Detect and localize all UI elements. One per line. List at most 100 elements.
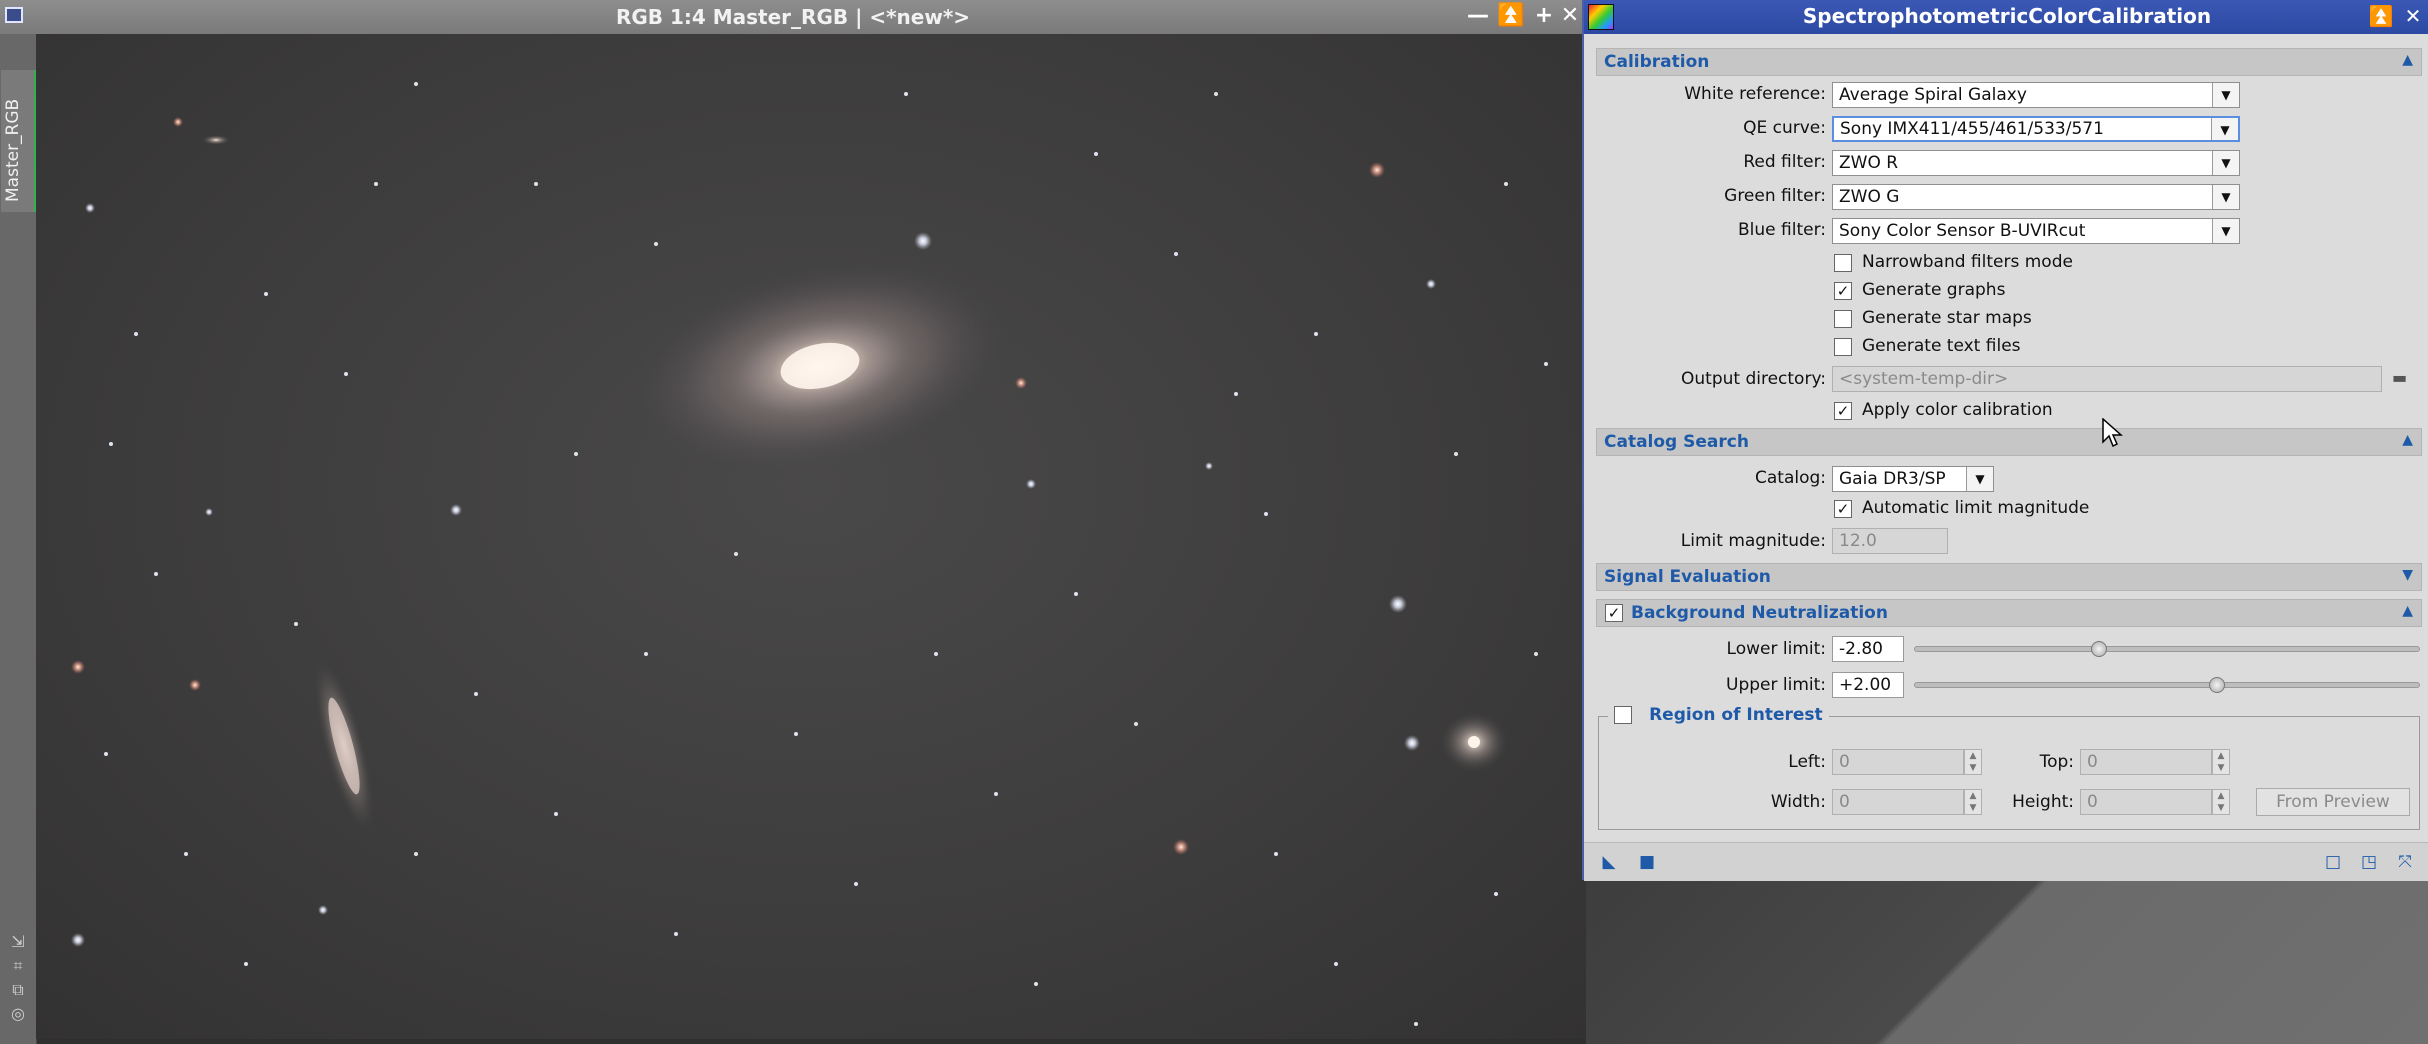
- shade-icon[interactable]: ⏫: [2368, 3, 2394, 29]
- roi-top-field[interactable]: 0: [2080, 749, 2212, 775]
- browse-documentation-icon[interactable]: □: [2324, 853, 2342, 871]
- catalog-label: Catalog:: [1754, 468, 1826, 488]
- lower-limit-field[interactable]: -2.80: [1832, 636, 1904, 662]
- image-window[interactable]: RGB 1:4 Master_RGB | <*new*> — ⏫ + ✕ Mas…: [0, 0, 1586, 1044]
- image-view-tab[interactable]: Master_RGB: [1, 70, 37, 212]
- upper-limit-slider[interactable]: [1914, 677, 2420, 693]
- minimize-icon[interactable]: —: [1464, 2, 1492, 30]
- arrow-tool-icon[interactable]: ⇲: [8, 932, 28, 952]
- upper-limit-label: Upper limit:: [1726, 675, 1826, 695]
- generate-text-files-checkbox[interactable]: [1834, 338, 1852, 356]
- galaxy-m82: [313, 658, 375, 834]
- roi-height-label: Height:: [2012, 792, 2074, 812]
- green-filter-label: Green filter:: [1724, 186, 1826, 206]
- crop-tool-icon[interactable]: ⌗: [8, 956, 28, 976]
- chevron-down-icon[interactable]: ▼: [1966, 467, 1993, 491]
- generate-graphs-checkbox[interactable]: ✓: [1834, 282, 1852, 300]
- generate-star-maps-label: Generate star maps: [1862, 308, 2032, 328]
- astro-image-canvas[interactable]: [36, 34, 1586, 1039]
- auto-limit-checkbox[interactable]: ✓: [1834, 500, 1852, 518]
- generate-text-files-label: Generate text files: [1862, 336, 2021, 356]
- upper-limit-slider-thumb[interactable]: [2209, 677, 2225, 693]
- output-directory-field[interactable]: <system-temp-dir>: [1832, 366, 2382, 392]
- blue-filter-label: Blue filter:: [1738, 220, 1826, 240]
- collapse-icon[interactable]: ▲: [2402, 432, 2413, 448]
- roi-title: Region of Interest: [1649, 704, 1823, 725]
- chevron-down-icon[interactable]: ▼: [2212, 83, 2239, 107]
- folder-icon[interactable]: ▬: [2392, 370, 2412, 386]
- target-icon[interactable]: ◎: [8, 1004, 28, 1024]
- section-title: Signal Evaluation: [1604, 567, 1771, 587]
- roi-checkbox[interactable]: [1614, 705, 1632, 724]
- dialog-title: SpectrophotometricColorCalibration: [1802, 4, 2212, 28]
- preferences-icon[interactable]: ◳: [2360, 853, 2378, 871]
- collapse-icon[interactable]: ▲: [2402, 603, 2413, 619]
- roi-left-label: Left:: [1788, 752, 1826, 772]
- white-reference-value: Average Spiral Galaxy: [1839, 85, 2027, 105]
- roi-width-label: Width:: [1770, 792, 1826, 812]
- image-window-title: RGB 1:4 Master_RGB | <*new*>: [615, 5, 971, 29]
- limit-magnitude-field[interactable]: 12.0: [1832, 528, 1948, 554]
- from-preview-button[interactable]: From Preview: [2256, 788, 2410, 816]
- limit-magnitude-label: Limit magnitude:: [1680, 531, 1826, 551]
- apply-color-calibration-checkbox[interactable]: ✓: [1834, 402, 1852, 420]
- roi-left-field[interactable]: 0: [1832, 749, 1964, 775]
- background-neutralization-checkbox[interactable]: ✓: [1605, 604, 1623, 622]
- roi-height-field[interactable]: 0: [2080, 789, 2212, 815]
- image-window-titlebar[interactable]: RGB 1:4 Master_RGB | <*new*> — ⏫ + ✕: [0, 0, 1586, 34]
- signal-evaluation-section-header[interactable]: Signal Evaluation ▼: [1596, 563, 2422, 591]
- chevron-down-icon[interactable]: ▼: [2212, 151, 2239, 175]
- dialog-bottom-bar: ◣ ■ □ ◳ ⤧: [1584, 842, 2428, 881]
- apply-color-calibration-label: Apply color calibration: [1862, 400, 2053, 420]
- maximize-icon[interactable]: +: [1530, 2, 1558, 30]
- green-filter-value: ZWO G: [1839, 187, 1900, 207]
- lower-limit-label: Lower limit:: [1726, 639, 1826, 659]
- close-icon[interactable]: ✕: [2400, 3, 2426, 29]
- reset-icon[interactable]: ⤧: [2396, 853, 2414, 871]
- green-filter-select[interactable]: ZWO G ▼: [1832, 184, 2240, 210]
- apply-global-icon[interactable]: ■: [1638, 853, 1656, 871]
- image-view-tab-label: Master_RGB: [3, 98, 23, 202]
- lower-limit-slider[interactable]: [1914, 641, 2420, 657]
- white-reference-select[interactable]: Average Spiral Galaxy ▼: [1832, 82, 2240, 108]
- roi-height-spinner[interactable]: ▲ ▼: [2212, 789, 2230, 815]
- roi-width-spinner[interactable]: ▲ ▼: [1964, 789, 1982, 815]
- clone-icon[interactable]: ⧉: [8, 980, 28, 1000]
- calibration-section-header[interactable]: Calibration ▲: [1596, 48, 2422, 76]
- close-icon[interactable]: ✕: [1556, 2, 1584, 30]
- catalog-value: Gaia DR3/SP: [1839, 469, 1946, 489]
- shade-icon[interactable]: ⏫: [1497, 2, 1525, 30]
- catalog-select[interactable]: Gaia DR3/SP ▼: [1832, 466, 1994, 492]
- catalog-search-section-header[interactable]: Catalog Search ▲: [1596, 428, 2422, 456]
- new-instance-icon[interactable]: ◣: [1600, 853, 1618, 871]
- red-filter-value: ZWO R: [1839, 153, 1899, 173]
- narrowband-checkbox[interactable]: [1834, 254, 1852, 272]
- collapse-icon[interactable]: ▲: [2402, 52, 2413, 68]
- spcc-dialog[interactable]: SpectrophotometricColorCalibration ⏫ ✕ C…: [1582, 0, 2428, 881]
- chevron-down-icon[interactable]: ▼: [2212, 219, 2239, 243]
- upper-limit-field[interactable]: +2.00: [1832, 672, 1904, 698]
- galaxy-m81: [632, 260, 1008, 472]
- roi-width-field[interactable]: 0: [1832, 789, 1964, 815]
- desktop-background: [1586, 880, 2428, 1044]
- faint-stars: [104, 82, 1548, 1026]
- image-sidebar: Master_RGB ⇲ ⌗ ⧉ ◎: [0, 34, 37, 1044]
- chevron-down-icon[interactable]: ▼: [2212, 185, 2239, 209]
- roi-top-label: Top:: [2039, 752, 2074, 772]
- background-neutralization-section-header[interactable]: ✓ Background Neutralization ▲: [1596, 599, 2422, 627]
- galaxy-ngc3077: [1440, 712, 1508, 772]
- expand-icon[interactable]: ▼: [2402, 567, 2413, 583]
- bright-stars: [71, 117, 1436, 947]
- roi-top-spinner[interactable]: ▲ ▼: [2212, 749, 2230, 775]
- starfield-image: [71, 82, 1548, 1026]
- red-filter-select[interactable]: ZWO R ▼: [1832, 150, 2240, 176]
- dialog-titlebar[interactable]: SpectrophotometricColorCalibration ⏫ ✕: [1584, 0, 2428, 34]
- narrowband-label: Narrowband filters mode: [1862, 252, 2073, 272]
- blue-filter-select[interactable]: Sony Color Sensor B-UVIRcut ▼: [1832, 218, 2240, 244]
- lower-limit-slider-thumb[interactable]: [2091, 641, 2107, 657]
- generate-star-maps-checkbox[interactable]: [1834, 310, 1852, 328]
- section-title: Calibration: [1604, 52, 1710, 72]
- chevron-down-icon[interactable]: ▼: [2211, 118, 2238, 140]
- roi-left-spinner[interactable]: ▲ ▼: [1964, 749, 1982, 775]
- qe-curve-select[interactable]: Sony IMX411/455/461/533/571 ▼: [1832, 116, 2240, 142]
